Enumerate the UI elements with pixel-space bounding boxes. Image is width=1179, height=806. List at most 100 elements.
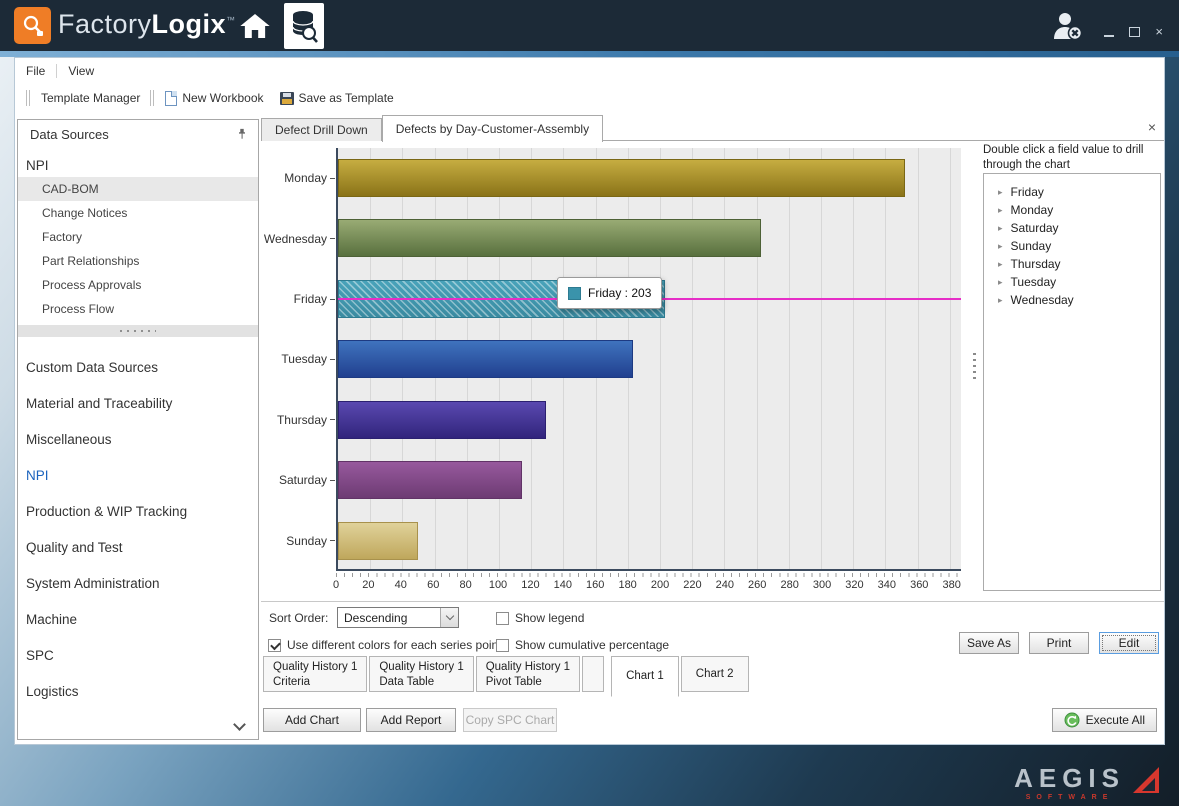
workbook-tab-blank[interactable]	[582, 656, 604, 692]
chart-bar-tuesday[interactable]	[338, 340, 633, 378]
sidebar-item-factory[interactable]: Factory	[18, 225, 258, 249]
sidebar-splitter[interactable]	[18, 325, 258, 337]
chart-bar-wednesday[interactable]	[338, 219, 761, 257]
sort-order-label: Sort Order:	[269, 611, 328, 625]
sidebar-item-change-notices[interactable]: Change Notices	[18, 201, 258, 225]
menu-file[interactable]: File	[15, 64, 56, 78]
tab-defect-drill-down[interactable]: Defect Drill Down	[261, 118, 382, 141]
tree-expander-icon[interactable]: ▸	[998, 259, 1003, 270]
tree-expander-icon[interactable]: ▸	[998, 295, 1003, 306]
close-button[interactable]: ×	[1155, 25, 1163, 39]
tooltip-swatch	[568, 287, 581, 300]
execute-all-button[interactable]: Execute All	[1052, 708, 1157, 732]
tab-defects-by-day-customer-assembly[interactable]: Defects by Day-Customer-Assembly	[382, 115, 603, 142]
brand-part2: Logix	[152, 9, 227, 39]
gridline	[853, 148, 854, 569]
x-tick-label: 80	[459, 579, 471, 591]
aegis-name: AEGIS	[1014, 765, 1125, 791]
chart-bar-monday[interactable]	[338, 159, 905, 197]
section-divider	[261, 601, 1164, 602]
sidebar-category-machine[interactable]: Machine	[18, 601, 258, 637]
sidebar-category-npi[interactable]: NPI	[18, 457, 258, 493]
save-as-template-button[interactable]: Save as Template	[276, 91, 398, 105]
new-workbook-button[interactable]: New Workbook	[161, 91, 267, 106]
template-manager-button[interactable]: Template Manager	[37, 91, 144, 105]
chevron-down-icon[interactable]	[440, 608, 458, 627]
copy-spc-chart-button: Copy SPC Chart	[463, 708, 557, 732]
plot-area[interactable]	[336, 148, 961, 571]
gridline	[724, 148, 725, 569]
tree-expander-icon[interactable]: ▸	[998, 223, 1003, 234]
chart-bar-sunday[interactable]	[338, 522, 418, 560]
sort-order-value: Descending	[338, 611, 440, 625]
maximize-button[interactable]	[1129, 27, 1140, 37]
sidebar-category-spc[interactable]: SPC	[18, 637, 258, 673]
drill-item-thursday[interactable]: ▸Thursday	[984, 255, 1160, 273]
different-colors-option[interactable]: Use different colors for each series poi…	[268, 638, 502, 652]
main-area: Defect Drill DownDefects by Day-Customer…	[261, 115, 1164, 744]
panel-splitter-handle[interactable]	[973, 353, 976, 379]
menu-view[interactable]: View	[57, 64, 105, 78]
sidebar-category-miscellaneous[interactable]: Miscellaneous	[18, 421, 258, 457]
tree-expander-icon[interactable]: ▸	[998, 277, 1003, 288]
add-chart-button[interactable]: Add Chart	[263, 708, 361, 732]
workbook-tab-chart-1[interactable]: Chart 1	[611, 656, 679, 697]
minimize-button[interactable]	[1104, 35, 1114, 37]
drill-item-saturday[interactable]: ▸Saturday	[984, 219, 1160, 237]
gridline	[692, 148, 693, 569]
edit-button[interactable]: Edit	[1099, 632, 1159, 654]
tree-expander-icon[interactable]: ▸	[998, 187, 1003, 198]
chart-bar-saturday[interactable]	[338, 461, 522, 499]
x-tick-label: 60	[427, 579, 439, 591]
drill-item-monday[interactable]: ▸Monday	[984, 201, 1160, 219]
tab-close-icon[interactable]: ×	[1148, 119, 1156, 135]
x-tick-label: 300	[813, 579, 831, 591]
drill-item-tuesday[interactable]: ▸Tuesday	[984, 273, 1160, 291]
drill-item-wednesday[interactable]: ▸Wednesday	[984, 291, 1160, 309]
tree-expander-icon[interactable]: ▸	[998, 205, 1003, 216]
home-icon[interactable]	[239, 11, 271, 46]
sidebar-item-part-relationships[interactable]: Part Relationships	[18, 249, 258, 273]
magnifier-logo-glyph	[20, 13, 46, 39]
show-legend-checkbox[interactable]	[496, 612, 509, 625]
sort-order-select[interactable]: Descending	[337, 607, 459, 628]
tree-expander-icon[interactable]: ▸	[998, 241, 1003, 252]
sidebar-category-system-administration[interactable]: System Administration	[18, 565, 258, 601]
sidebar-category-material-and-traceability[interactable]: Material and Traceability	[18, 385, 258, 421]
chart-bar-thursday[interactable]	[338, 401, 546, 439]
cumulative-percentage-checkbox[interactable]	[496, 639, 509, 652]
workbook-tab-chart-2[interactable]: Chart 2	[681, 656, 749, 692]
sidebar-item-cad-bom[interactable]: CAD-BOM	[18, 177, 258, 201]
pin-icon[interactable]	[236, 128, 248, 140]
different-colors-checkbox[interactable]	[268, 639, 281, 652]
drill-item-sunday[interactable]: ▸Sunday	[984, 237, 1160, 255]
brand-part1: Factory	[58, 9, 152, 39]
toolbar-grip[interactable]	[150, 90, 155, 106]
sidebar-category-production-wip-tracking[interactable]: Production & WIP Tracking	[18, 493, 258, 529]
data-explorer-icon[interactable]	[284, 3, 324, 49]
gridline	[789, 148, 790, 569]
category-label-saturday: Saturday	[261, 450, 335, 510]
workbook-tab-quality-history-1-criteria[interactable]: Quality History 1 Criteria	[263, 656, 367, 692]
user-logout-icon[interactable]	[1051, 11, 1085, 48]
sidebar-category-custom-data-sources[interactable]: Custom Data Sources	[18, 349, 258, 385]
show-legend-option[interactable]: Show legend	[496, 611, 584, 625]
cumulative-percentage-option[interactable]: Show cumulative percentage	[496, 638, 669, 652]
toolbar-grip[interactable]	[26, 90, 31, 106]
x-tick-label: 0	[333, 579, 339, 591]
sidebar-item-process-approvals[interactable]: Process Approvals	[18, 273, 258, 297]
sidebar-category-quality-and-test[interactable]: Quality and Test	[18, 529, 258, 565]
save-as-button[interactable]: Save As	[959, 632, 1019, 654]
chart-category-axis: MondayWednesdayFridayTuesdayThursdaySatu…	[261, 148, 335, 571]
x-tick-label: 120	[521, 579, 539, 591]
workbook-tab-quality-history-1-pivot-table[interactable]: Quality History 1 Pivot Table	[476, 656, 580, 692]
add-report-button[interactable]: Add Report	[366, 708, 456, 732]
sidebar-category-logistics[interactable]: Logistics	[18, 673, 258, 709]
workbook-tab-quality-history-1-data-table[interactable]: Quality History 1 Data Table	[369, 656, 473, 692]
drill-item-friday[interactable]: ▸Friday	[984, 183, 1160, 201]
sidebar-item-process-flow[interactable]: Process Flow	[18, 297, 258, 321]
data-sources-title: Data Sources	[30, 127, 109, 142]
sidebar-scroll-down-icon[interactable]	[233, 718, 246, 731]
cumulative-percentage-label: Show cumulative percentage	[515, 638, 669, 652]
print-button[interactable]: Print	[1029, 632, 1089, 654]
